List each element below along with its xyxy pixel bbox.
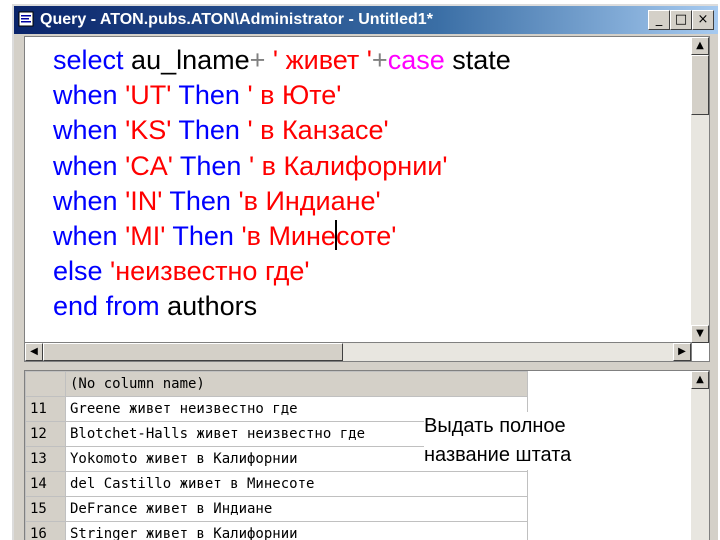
query-editor[interactable]: select au_lname+ ' живет '+case state whe… <box>24 36 710 362</box>
code-token: + <box>249 45 273 75</box>
code-line[interactable]: when 'CA' Then ' в Калифорнии' <box>53 149 511 184</box>
scroll-thumb[interactable] <box>691 55 709 115</box>
code-token: au_lname <box>131 45 250 75</box>
annotation-line-1: Выдать полное <box>424 415 566 437</box>
annotation-line-2: название штата <box>424 444 572 466</box>
row-number[interactable]: 13 <box>25 446 66 472</box>
code-token: from <box>105 291 168 322</box>
code-line[interactable]: when 'KS' Then ' в Канзасе' <box>53 113 511 148</box>
code-token: 'UT' <box>125 80 179 111</box>
code-token: ' живет ' <box>272 45 372 75</box>
code-token: end <box>53 291 106 322</box>
code-token: + <box>371 45 388 75</box>
code-token: Then <box>178 80 248 111</box>
grid-header-row: (No column name) <box>25 371 528 397</box>
annotation-note: Выдать полное название штата <box>424 412 572 470</box>
code-line[interactable]: when 'MI' Then 'в Минесоте' <box>53 219 511 254</box>
code-token: state <box>452 45 511 75</box>
result-cell[interactable]: DeFrance живет в Индиане <box>65 496 528 522</box>
close-button[interactable]: × <box>692 10 714 30</box>
code-token: ' в Юте' <box>247 80 342 111</box>
title-bar[interactable]: Query - ATON.pubs.ATON\Administrator - U… <box>14 6 718 34</box>
code-token: соте' <box>335 221 397 252</box>
code-token: Then <box>169 185 239 216</box>
results-vertical-scrollbar[interactable]: ▲ <box>691 371 709 540</box>
maximize-button[interactable]: □ <box>670 10 692 30</box>
editor-horizontal-scrollbar[interactable]: ◀ ▶ <box>24 342 692 362</box>
code-token: when <box>53 221 126 252</box>
window-title: Query - ATON.pubs.ATON\Administrator - U… <box>40 11 433 28</box>
row-number[interactable]: 16 <box>25 521 66 540</box>
code-line[interactable]: else 'неизвестно где' <box>53 254 511 289</box>
sql-code[interactable]: select au_lname+ ' живет '+case state whe… <box>53 43 511 325</box>
row-number[interactable]: 15 <box>25 496 66 522</box>
code-token: else <box>53 256 111 287</box>
row-header-corner[interactable] <box>25 371 66 397</box>
scroll-right-icon[interactable]: ▶ <box>673 343 691 361</box>
code-token: 'IN' <box>125 185 170 216</box>
result-cell[interactable]: Stringer живет в Калифорнии <box>65 521 528 540</box>
table-row[interactable]: 16 Stringer живет в Калифорнии <box>25 521 528 540</box>
scroll-up-icon[interactable]: ▲ <box>691 37 709 55</box>
results-grid[interactable]: (No column name) 11 Greene живет неизвест… <box>24 370 710 540</box>
code-line[interactable]: select au_lname+ ' живет '+case state <box>53 43 511 78</box>
code-line[interactable]: end from authors <box>53 289 511 324</box>
code-token: when <box>53 150 126 181</box>
table-row[interactable]: 15 DeFrance живет в Индиане <box>25 496 528 522</box>
table-row[interactable]: 14 del Castillo живет в Минесоте <box>25 471 528 497</box>
code-token: authors <box>167 291 258 322</box>
code-token: when <box>53 80 126 111</box>
scroll-left-icon[interactable]: ◀ <box>25 343 43 361</box>
code-token: Then <box>172 221 242 252</box>
row-number[interactable]: 12 <box>25 421 66 447</box>
column-header[interactable]: (No column name) <box>65 371 528 397</box>
code-token: ' в Канзасе' <box>247 115 389 146</box>
result-cell[interactable]: del Castillo живет в Минесоте <box>65 471 528 497</box>
code-token: 'в Мине <box>241 221 336 252</box>
row-number[interactable]: 11 <box>25 396 66 422</box>
code-token: select <box>53 45 132 75</box>
code-token: ' в Калифорнии' <box>248 150 448 181</box>
code-line[interactable]: when 'UT' Then ' в Юте' <box>53 78 511 113</box>
code-token: 'CA' <box>125 150 180 181</box>
code-token: Then <box>179 150 249 181</box>
code-token: Then <box>178 115 248 146</box>
code-token: when <box>53 185 126 216</box>
results-scroll-up-icon[interactable]: ▲ <box>691 371 709 389</box>
code-token: 'в Индиане' <box>238 185 381 216</box>
horizontal-scroll-thumb[interactable] <box>43 343 343 361</box>
scroll-down-icon[interactable]: ▼ <box>691 325 709 343</box>
row-number[interactable]: 14 <box>25 471 66 497</box>
editor-vertical-scrollbar[interactable]: ▲ ▼ <box>691 37 709 343</box>
code-token: case <box>387 45 453 75</box>
pane-splitter[interactable] <box>24 362 710 370</box>
code-line[interactable]: when 'IN' Then 'в Индиане' <box>53 184 511 219</box>
code-token: 'MI' <box>125 221 173 252</box>
query-window-icon <box>18 11 34 27</box>
code-token: 'KS' <box>125 115 179 146</box>
query-window: Query - ATON.pubs.ATON\Administrator - U… <box>12 4 718 540</box>
minimize-button[interactable]: _ <box>648 10 670 30</box>
code-token: 'неизвестно где' <box>110 256 310 287</box>
code-token: when <box>53 115 126 146</box>
